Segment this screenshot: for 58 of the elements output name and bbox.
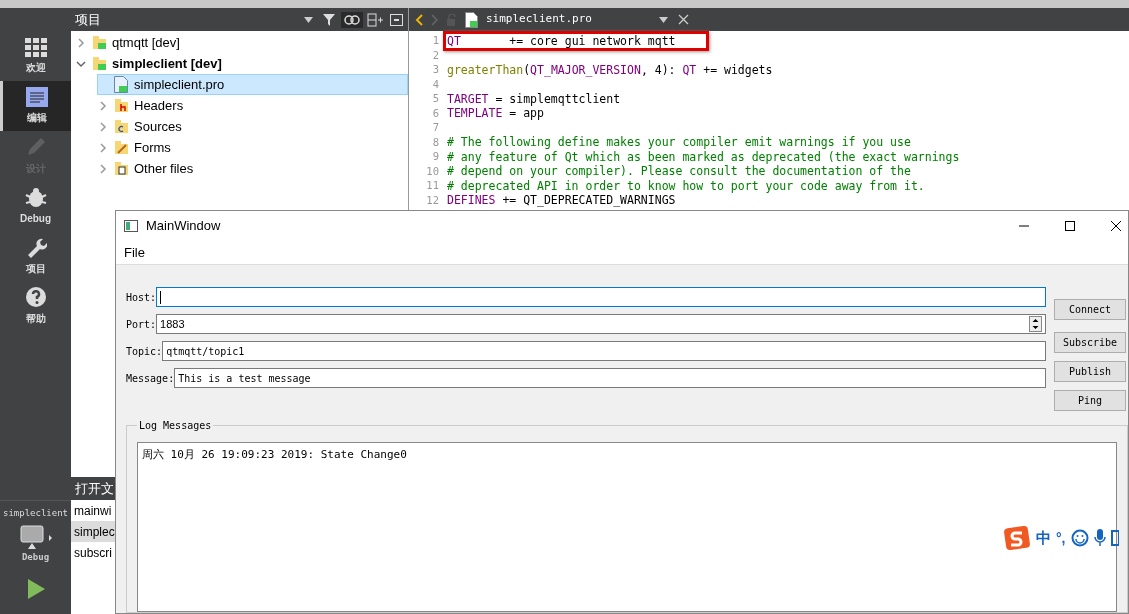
mode-button[interactable]: Debug (0, 181, 71, 231)
line-number: 11 (425, 178, 440, 194)
subscribe-button[interactable]: Subscribe (1054, 332, 1126, 353)
ping-button[interactable]: Ping (1054, 390, 1126, 411)
field-label: Message: (126, 371, 175, 386)
code-line: # The following define makes your compiler emit warnings if you use (446, 134, 912, 151)
mode-button[interactable]: 编辑 (0, 81, 71, 131)
tree-item[interactable]: Sources (97, 116, 408, 137)
field-label: Port: (126, 317, 157, 332)
field-label: Topic: (126, 344, 163, 359)
window-title: MainWindow (146, 217, 222, 236)
code-line: # depend on your compiler). Please consult the documentation of the (446, 164, 912, 180)
line-number: 12 (425, 192, 440, 208)
line-number: 9 (431, 149, 440, 165)
code-line: # deprecated API in order to know how to port your code away from it. (446, 178, 926, 195)
tree-item[interactable]: qtmqtt [dev] (75, 32, 408, 53)
open-document-item[interactable]: mainwi (71, 500, 115, 521)
mode-button[interactable]: 帮助 (0, 281, 71, 331)
line-number: 6 (431, 105, 440, 121)
connect-button[interactable]: Connect (1054, 299, 1126, 320)
code-line: TEMPLATE = app (446, 106, 545, 123)
input-field[interactable]: qtmqtt/topic1 (162, 341, 1046, 361)
code-line: QT += core gui network mqtt (446, 32, 677, 50)
code-line: DEFINES += QT_DEPRECATED_WARNINGS (446, 193, 677, 210)
line-number: 5 (431, 91, 440, 107)
input-field[interactable]: This is a test message (174, 368, 1046, 388)
log-entry: 周六 10月 26 19:09:23 2019: State Change0 (142, 447, 408, 463)
file-tab-title[interactable]: simpleclient.pro (486, 11, 651, 28)
line-number: 8 (431, 134, 440, 150)
panel-title: 打开文 (75, 479, 114, 498)
field-label: Host: (126, 290, 157, 305)
kit-build-label: Debug (21, 550, 50, 564)
open-document-item[interactable]: simplec (71, 521, 115, 542)
publish-button[interactable]: Publish (1054, 361, 1126, 382)
mode-button[interactable]: 欢迎 (0, 31, 71, 81)
line-number: 1 (431, 33, 440, 49)
spin-box[interactable]: 1883 (156, 314, 1046, 334)
code-line: TARGET = simplemqttclient (446, 90, 622, 108)
kit-project-label: simpleclient (3, 507, 68, 520)
tree-item[interactable]: Other files (97, 158, 408, 179)
code-line: greaterThan(QT_MAJOR_VERSION, 4): QT += widgets (446, 61, 774, 79)
line-number: 10 (425, 163, 440, 179)
tree-item[interactable]: simpleclient [dev] (75, 53, 408, 74)
ime-mode[interactable]: 中 (1036, 526, 1051, 550)
mode-button[interactable]: 项目 (0, 231, 71, 281)
menu-item[interactable]: File (124, 242, 145, 263)
tree-item[interactable]: Headers (97, 95, 408, 116)
line-number: 3 (431, 62, 440, 78)
open-document-item[interactable]: subscri (71, 542, 115, 563)
line-number: 7 (431, 120, 440, 136)
tree-item[interactable]: simpleclient.pro (97, 74, 408, 95)
line-number: 4 (431, 76, 440, 92)
tree-item[interactable]: Forms (97, 137, 408, 158)
group-title: Log Messages (137, 418, 214, 433)
code-line: # any feature of Qt which as been marked as deprecated (the exact warnings (446, 149, 961, 165)
line-number: 2 (431, 47, 440, 63)
ime-punctuation[interactable]: °, (1056, 527, 1066, 549)
panel-title: 项目 (75, 10, 102, 29)
